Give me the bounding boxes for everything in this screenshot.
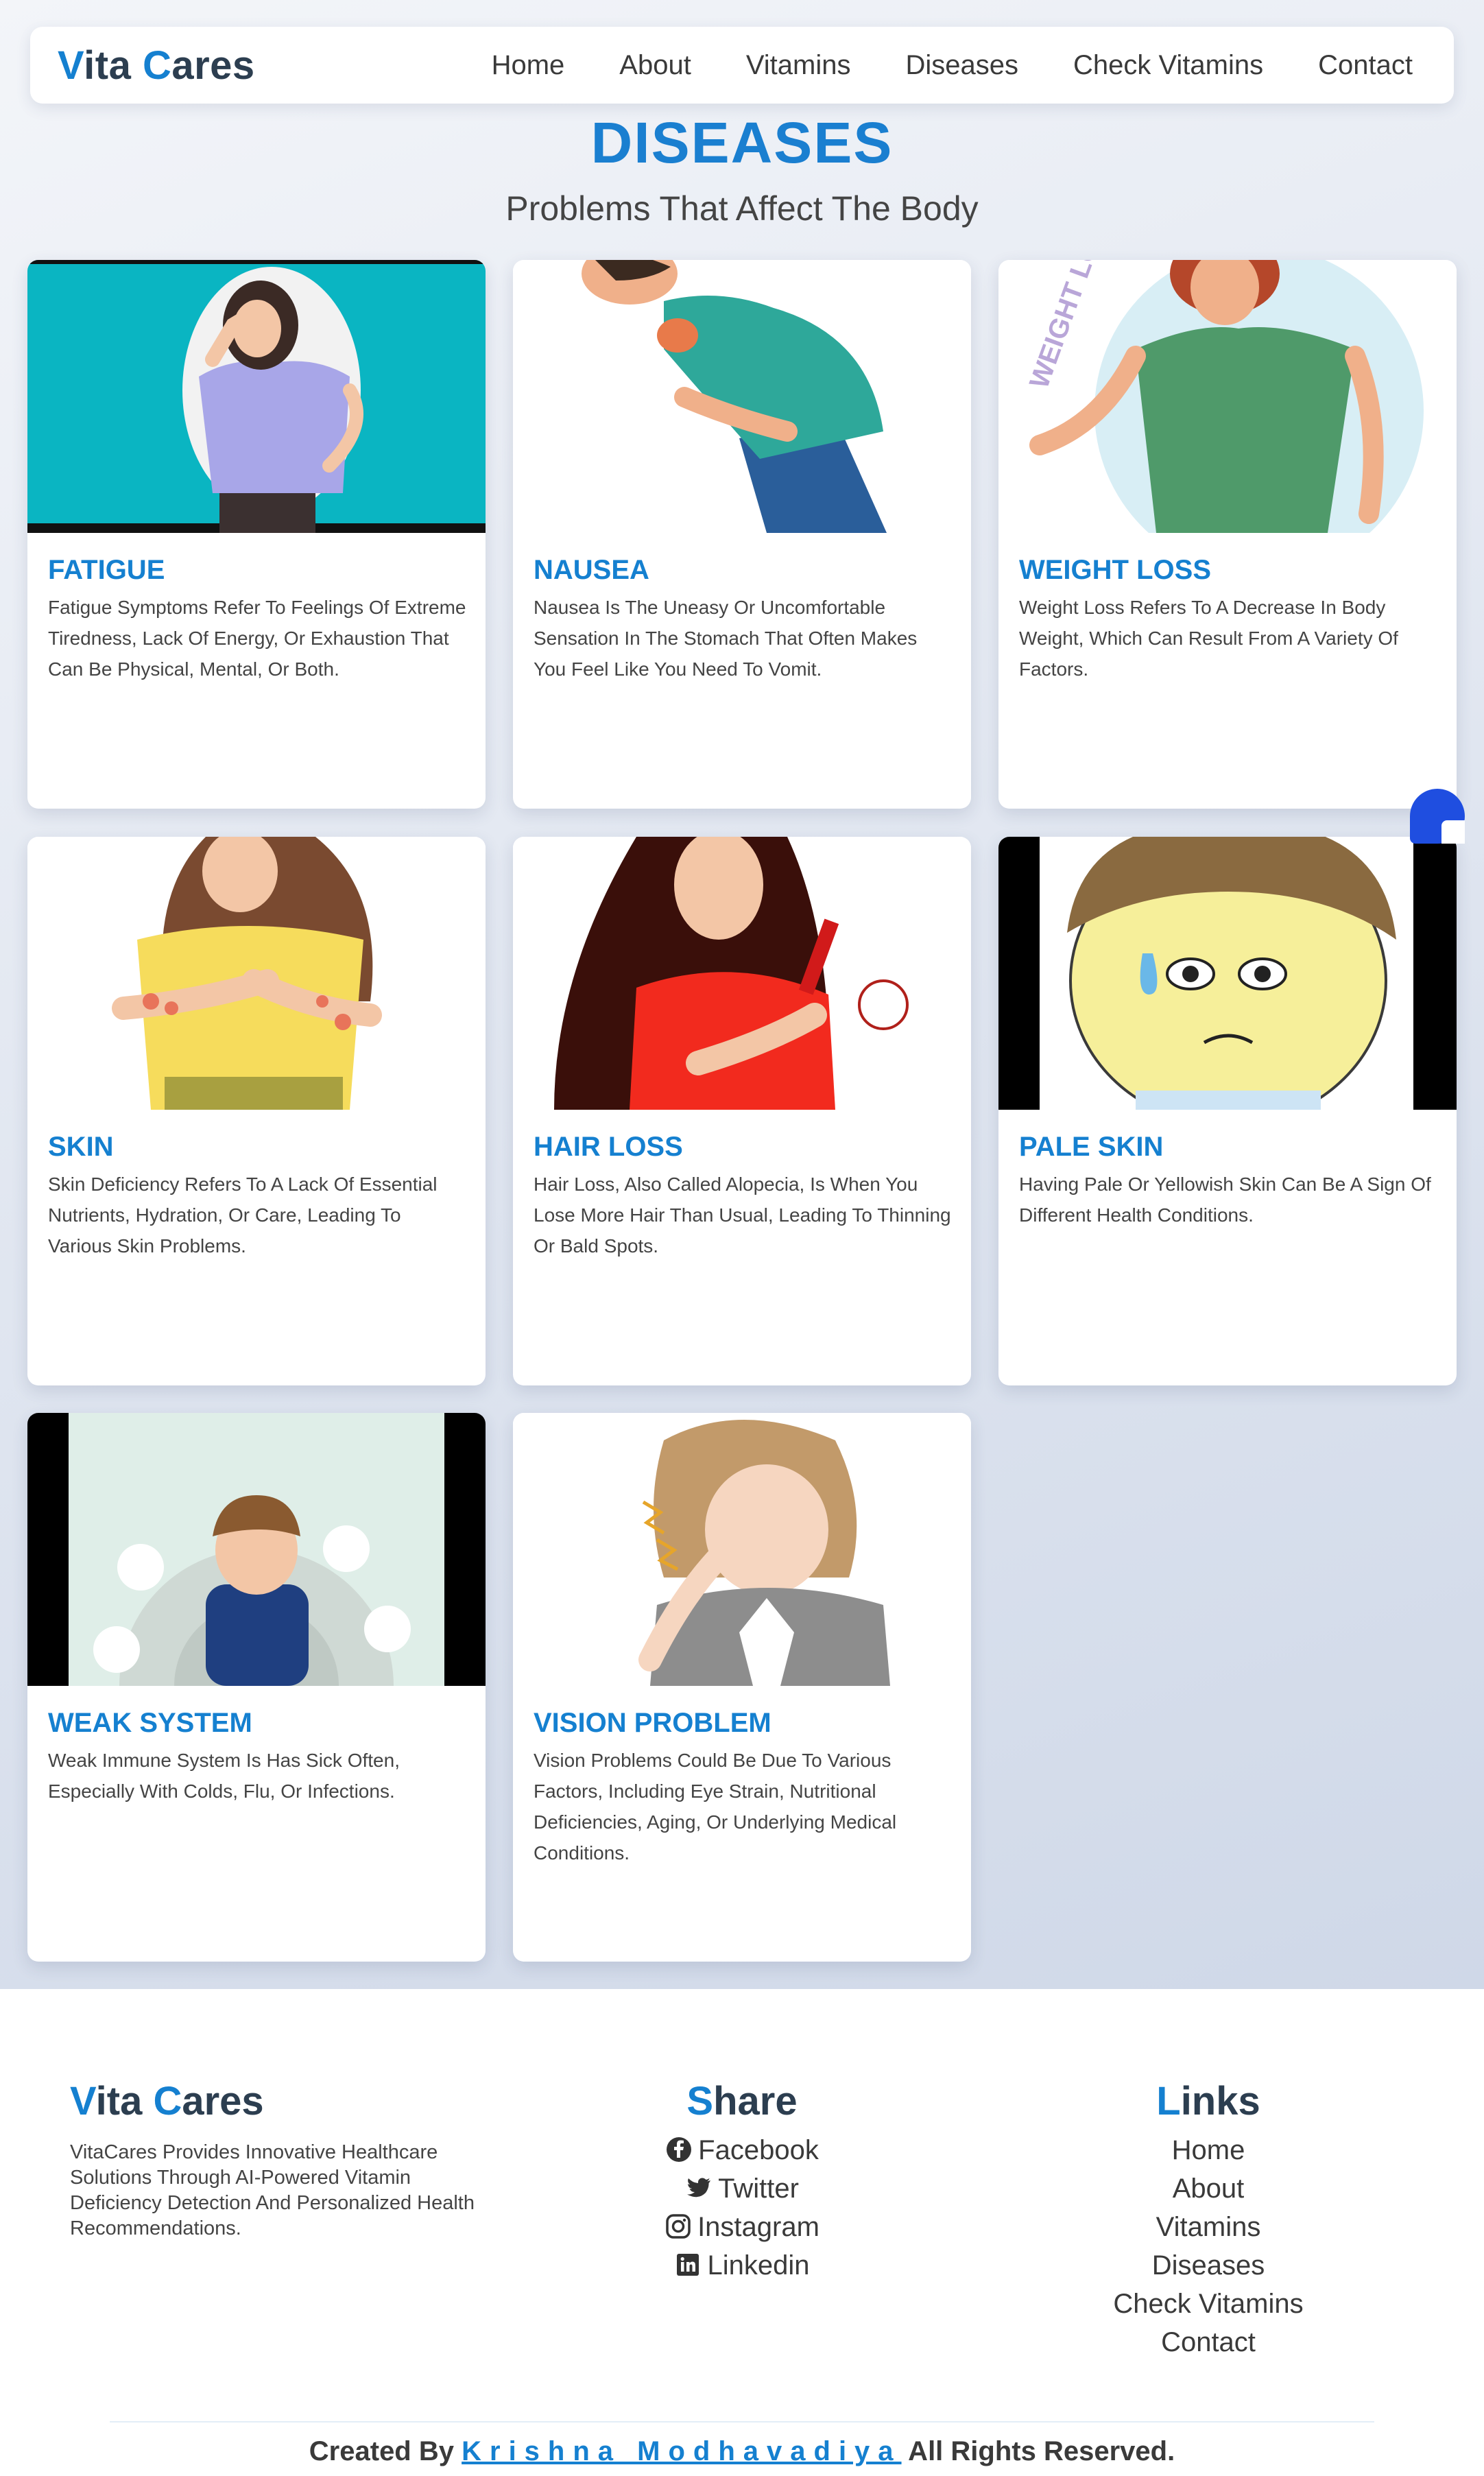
brand-text-rest: ares	[171, 43, 255, 88]
share-link-label: Linkedin	[707, 2250, 810, 2281]
share-link-instagram[interactable]: Instagram	[605, 2208, 879, 2246]
footer-link-vitamins[interactable]: Vitamins	[1071, 2208, 1345, 2246]
footer-links-heading: Links	[1071, 2078, 1345, 2124]
chat-widget-icon[interactable]	[1410, 789, 1465, 844]
copyright-line: Created By Krishna Modhavadiya All Right…	[0, 2436, 1484, 2467]
disease-card-weak-system[interactable]: WEAK SYSTEM Weak Immune System Is Has Si…	[27, 1413, 486, 1962]
footer-share-column: Share Facebook Twitter Instagram Linkedi…	[605, 2078, 879, 2285]
twitter-icon	[687, 2178, 711, 2198]
disease-card-skin[interactable]: SKIN Skin Deficiency Refers To A Lack Of…	[27, 837, 486, 1385]
disease-card-nausea[interactable]: NAUSEA Nausea Is The Uneasy Or Uncomfort…	[513, 260, 971, 809]
nav-link-diseases[interactable]: Diseases	[878, 50, 1046, 81]
footer-brand-text: ita	[95, 2079, 154, 2123]
share-heading-rest: hare	[713, 2079, 798, 2123]
man-loose-pants-illustration: WEIGHT LOSS	[998, 260, 1457, 533]
nav-link-vitamins[interactable]: Vitamins	[719, 50, 878, 81]
card-title: NAUSEA	[534, 555, 649, 585]
card-description: Hair Loss, Also Called Alopecia, Is When…	[534, 1174, 951, 1257]
card-description: Fatigue Symptoms Refer To Feelings Of Ex…	[48, 597, 466, 680]
nav-links: Home About Vitamins Diseases Check Vitam…	[464, 50, 1413, 81]
sick-boy-illustration	[27, 1413, 486, 1686]
footer-brand-letter-c: C	[153, 2079, 182, 2123]
footer-brand: Vita Cares	[70, 2078, 264, 2124]
footer-link-about[interactable]: About	[1071, 2169, 1345, 2208]
nav-link-check-vitamins[interactable]: Check Vitamins	[1046, 50, 1291, 81]
woman-headache-illustration	[27, 260, 486, 533]
card-title: WEAK SYSTEM	[48, 1708, 252, 1738]
card-description: Nausea Is The Uneasy Or Uncomfortable Se…	[534, 597, 918, 680]
share-links-list: Facebook Twitter Instagram Linkedin	[605, 2131, 879, 2285]
page-title: DISEASES	[590, 110, 894, 175]
disease-card-hair-loss[interactable]: HAIR LOSS Hair Loss, Also Called Alopeci…	[513, 837, 971, 1385]
card-title: FATIGUE	[48, 555, 165, 585]
footer-link-diseases[interactable]: Diseases	[1071, 2246, 1345, 2285]
disease-card-vision-problem[interactable]: VISION PROBLEM Vision Problems Could Be …	[513, 1413, 971, 1962]
card-title: WEIGHT LOSS	[1019, 555, 1211, 585]
share-link-linkedin[interactable]: Linkedin	[605, 2246, 879, 2285]
card-description: Vision Problems Could Be Due To Various …	[534, 1750, 897, 1864]
linkedin-icon	[677, 2254, 699, 2276]
woman-hair-comb-illustration	[513, 837, 971, 1110]
brand-letter-v: V	[58, 43, 84, 88]
brand-logo[interactable]: Vita Cares	[58, 43, 255, 88]
woman-itchy-skin-illustration	[27, 837, 486, 1110]
man-nauseous-illustration	[513, 260, 971, 533]
footer-brand-letter-v: V	[70, 2079, 96, 2123]
footer-links-column: Links Home About Vitamins Diseases Check…	[1071, 2078, 1345, 2361]
card-description: Weak Immune System Is Has Sick Often, Es…	[48, 1750, 400, 1802]
footer-divider	[110, 2421, 1374, 2423]
facebook-icon	[667, 2137, 692, 2162]
footer-link-home[interactable]: Home	[1071, 2131, 1345, 2169]
pale-boy-face-illustration	[998, 837, 1457, 1110]
nav-link-home[interactable]: Home	[464, 50, 593, 81]
footer-links-list: Home About Vitamins Diseases Check Vitam…	[1071, 2131, 1345, 2361]
share-link-label: Facebook	[698, 2135, 819, 2165]
footer-brand-column: Vita Cares	[70, 2078, 264, 2124]
footer-brand-text-rest: ares	[182, 2079, 264, 2123]
links-heading-rest: inks	[1180, 2079, 1260, 2123]
navbar: Vita Cares Home About Vitamins Diseases …	[30, 27, 1454, 104]
footer-link-check-vitamins[interactable]: Check Vitamins	[1071, 2285, 1345, 2323]
card-title: PALE SKIN	[1019, 1132, 1164, 1162]
copyright-prefix: Created By	[309, 2436, 462, 2466]
card-title: HAIR LOSS	[534, 1132, 683, 1162]
share-link-label: Twitter	[718, 2174, 799, 2204]
disease-card-pale-skin[interactable]: PALE SKIN Having Pale Or Yellowish Skin …	[998, 837, 1457, 1385]
nav-link-about[interactable]: About	[592, 50, 719, 81]
share-link-label: Instagram	[697, 2212, 819, 2242]
card-description: Skin Deficiency Refers To A Lack Of Esse…	[48, 1174, 438, 1257]
disease-card-fatigue[interactable]: FATIGUE Fatigue Symptoms Refer To Feelin…	[27, 260, 486, 809]
woman-eye-strain-illustration	[513, 1413, 971, 1686]
copyright-suffix: All Rights Reserved.	[901, 2436, 1175, 2466]
brand-text: ita	[84, 43, 143, 88]
share-heading-first: S	[686, 2079, 714, 2123]
footer-link-contact[interactable]: Contact	[1071, 2323, 1345, 2361]
card-description: Weight Loss Refers To A Decrease In Body…	[1019, 597, 1398, 680]
nav-link-contact[interactable]: Contact	[1291, 50, 1413, 81]
card-title: VISION PROBLEM	[534, 1708, 771, 1738]
links-heading-first: L	[1156, 2079, 1181, 2123]
card-title: SKIN	[48, 1132, 114, 1162]
share-link-facebook[interactable]: Facebook	[605, 2131, 879, 2169]
instagram-icon	[666, 2214, 691, 2239]
footer-share-heading: Share	[605, 2078, 879, 2124]
brand-letter-c: C	[142, 43, 172, 88]
share-link-twitter[interactable]: Twitter	[605, 2169, 879, 2208]
author-link[interactable]: Krishna Modhavadiya	[462, 2436, 901, 2466]
page-subtitle: Problems That Affect The Body	[505, 189, 979, 228]
footer-about-text: VitaCares Provides Innovative Healthcare…	[70, 2141, 475, 2239]
disease-card-weight-loss[interactable]: WEIGHT LOSS WEIGHT LOSS Weight Loss Refe…	[998, 260, 1457, 809]
card-description: Having Pale Or Yellowish Skin Can Be A S…	[1019, 1174, 1431, 1226]
